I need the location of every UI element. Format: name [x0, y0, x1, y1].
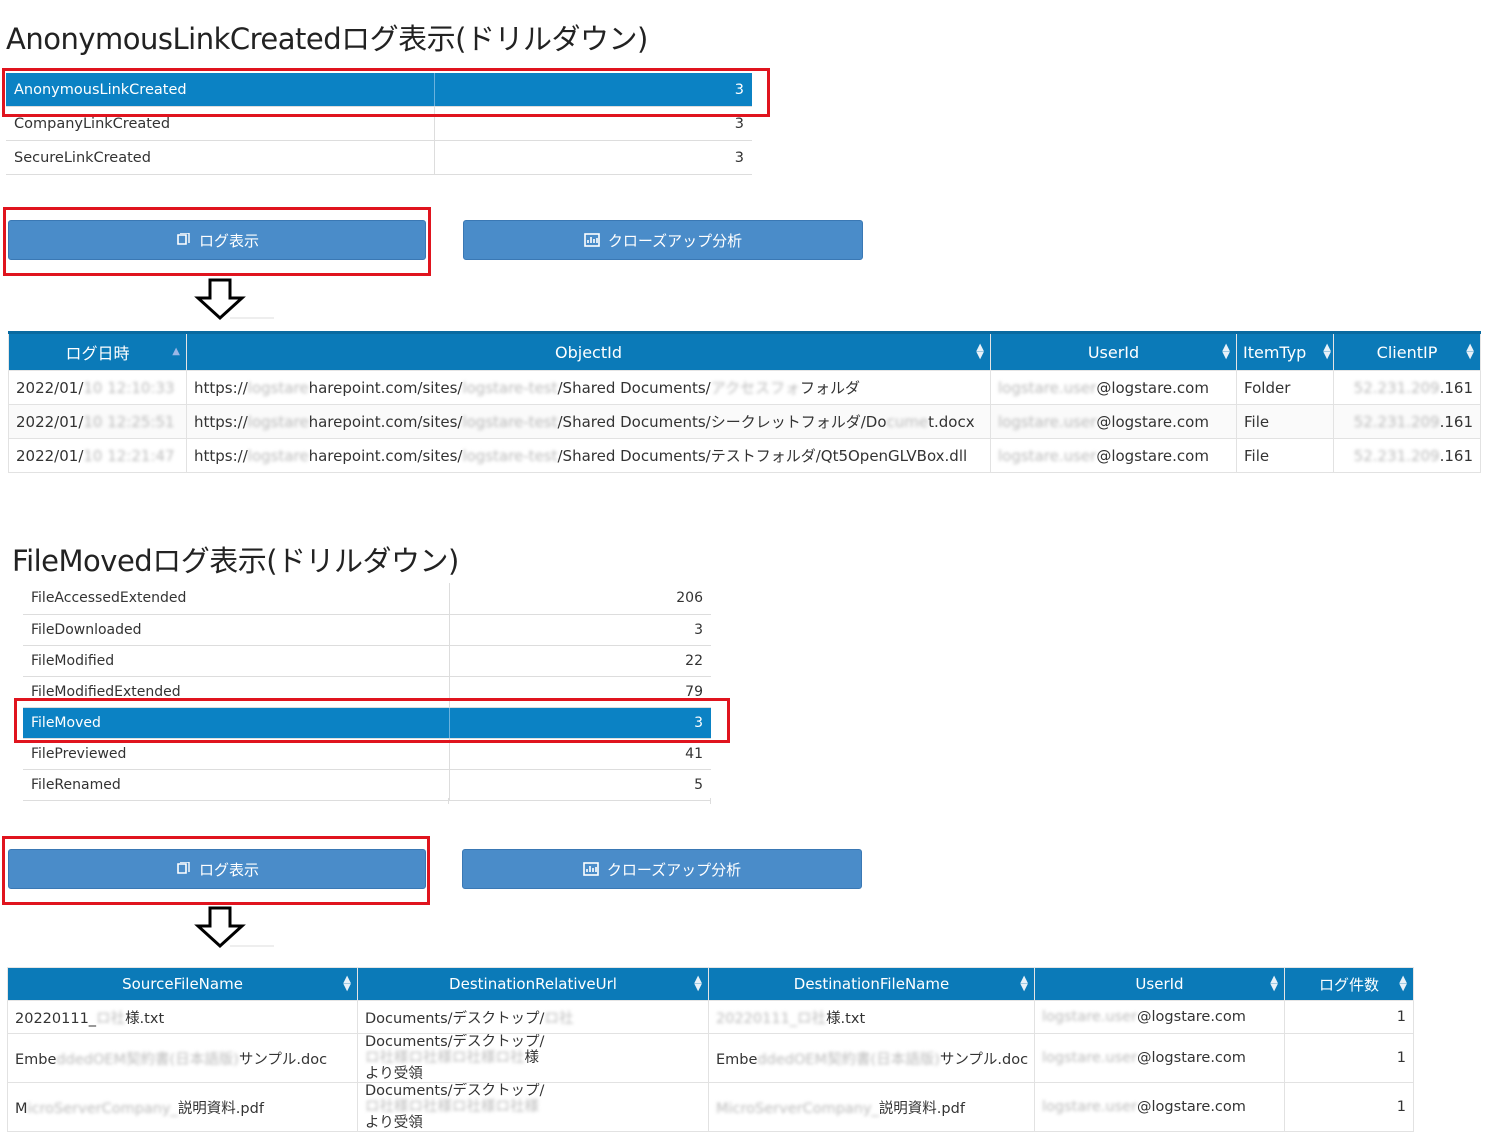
down-arrow-icon: [194, 906, 274, 949]
cell-clientip: 52.231.209.161: [1333, 438, 1481, 473]
cell-date: 2022/01/10 12:25:51: [8, 404, 187, 439]
column-header-itemtype[interactable]: ItemTyp ▲ ▼: [1236, 331, 1334, 371]
summary-name: SecureLinkCreated: [6, 140, 434, 175]
column-header-logcount[interactable]: ログ件数 ▲ ▼: [1284, 967, 1414, 1001]
cell-userid: logstare.user@logstare.com: [990, 404, 1237, 439]
cell-userid: logstare.user@logstare.com: [990, 370, 1237, 405]
divider: [710, 798, 711, 804]
cell-destinationfilename: MicroServerCompany_説明資料.pdf: [708, 1082, 1035, 1132]
closeup-analysis-label: クローズアップ分析: [606, 860, 742, 879]
summary-name: FileAccessedExtended: [23, 583, 449, 615]
cell-logcount: 1: [1284, 1033, 1414, 1083]
cell-itemtype: File: [1236, 438, 1334, 473]
column-header-date[interactable]: ログ日時 ▲: [8, 331, 187, 371]
column-header-objectid[interactable]: ObjectId ▲ ▼: [186, 331, 991, 371]
cell-logcount: 1: [1284, 1000, 1414, 1034]
cell-objectid: https://logstareharepoint.com/sites/logs…: [186, 370, 991, 405]
column-header-destinationfilename[interactable]: DestinationFileName ▲ ▼: [708, 967, 1035, 1001]
cell-userid: logstare.user@logstare.com: [1034, 1000, 1285, 1034]
closeup-analysis-button[interactable]: クローズアップ分析: [463, 220, 863, 260]
summary-count: 3: [448, 614, 711, 646]
chart-icon: [583, 862, 599, 876]
cell-itemtype: File: [1236, 404, 1334, 439]
cell-itemtype: Folder: [1236, 370, 1334, 405]
highlight-box: [2, 68, 770, 117]
summary-row[interactable]: FileAccessedExtended 206: [23, 583, 711, 615]
cell-destinationfilename: 20220111_ロ社様.txt: [708, 1000, 1035, 1034]
cell-clientip: 52.231.209.161: [1333, 370, 1481, 405]
closeup-analysis-label: クローズアップ分析: [607, 231, 743, 250]
column-header-sourcefilename[interactable]: SourceFileName ▲ ▼: [7, 967, 358, 1001]
cell-destinationrelativeurl: Documents/デスクトップ/ロ社様ロ社様ロ社様ロ社様 より受領: [357, 1082, 709, 1132]
table-row[interactable]: 2022/01/10 12:21:47 https://logstarehare…: [8, 438, 1481, 473]
section1-title: AnonymousLinkCreatedログ表示(ドリルダウン): [6, 22, 648, 56]
divider: [448, 798, 449, 804]
cell-userid: logstare.user@logstare.com: [1034, 1033, 1285, 1083]
cell-destinationfilename: EmbeddedOEM契約書(日本語版)サンプル.doc: [708, 1033, 1035, 1083]
section2-title: FileMovedログ表示(ドリルダウン): [12, 544, 459, 578]
column-header-destinationrelativeurl[interactable]: DestinationRelativeUrl ▲ ▼: [357, 967, 709, 1001]
cell-objectid: https://logstareharepoint.com/sites/logs…: [186, 404, 991, 439]
highlight-box: [2, 836, 430, 905]
closeup-analysis-button[interactable]: クローズアップ分析: [462, 849, 862, 889]
cell-date: 2022/01/10 12:10:33: [8, 370, 187, 405]
cell-logcount: 1: [1284, 1082, 1414, 1132]
summary-name: FileRenamed: [23, 769, 449, 801]
highlight-box: [3, 207, 431, 276]
cell-sourcefilename: MicroServerCompany_説明資料.pdf: [7, 1082, 358, 1132]
summary-row[interactable]: SecureLinkCreated 3: [6, 140, 752, 175]
cell-userid: logstare.user@logstare.com: [1034, 1082, 1285, 1132]
cell-sourcefilename: EmbeddedOEM契約書(日本語版)サンプル.doc: [7, 1033, 358, 1083]
column-header-userid[interactable]: UserId ▲ ▼: [990, 331, 1237, 371]
section2-summary-table: FileAccessedExtended 206 FileDownloaded 3 …: [23, 583, 711, 801]
summary-count: 3: [433, 140, 752, 175]
section1-log-table: ログ日時 ▲ ObjectId ▲ ▼ UserId ▲ ▼ ItemTyp ▲ ▼ Clie…: [8, 331, 1481, 473]
table-row[interactable]: 2022/01/10 12:10:33 https://logstarehare…: [8, 370, 1481, 405]
summary-count: 206: [448, 583, 711, 615]
cell-userid: logstare.user@logstare.com: [990, 438, 1237, 473]
cell-objectid: https://logstareharepoint.com/sites/logs…: [186, 438, 991, 473]
down-arrow-icon: [194, 278, 274, 321]
table-row[interactable]: EmbeddedOEM契約書(日本語版)サンプル.doc Documents/デ…: [7, 1033, 1414, 1083]
summary-name: FileModified: [23, 645, 449, 677]
highlight-box: [14, 698, 730, 743]
cell-sourcefilename: 20220111_ロ社様.txt: [7, 1000, 358, 1034]
summary-count: 5: [448, 769, 711, 801]
cell-destinationrelativeurl: Documents/デスクトップ/ロ社: [357, 1000, 709, 1034]
summary-row[interactable]: FileModified 22: [23, 645, 711, 677]
table-row[interactable]: MicroServerCompany_説明資料.pdf Documents/デス…: [7, 1082, 1414, 1132]
cell-date: 2022/01/10 12:21:47: [8, 438, 187, 473]
column-header-userid[interactable]: UserId ▲ ▼: [1034, 967, 1285, 1001]
column-header-clientip[interactable]: ClientIP ▲ ▼: [1333, 331, 1481, 371]
table-header-row: ログ日時 ▲ ObjectId ▲ ▼ UserId ▲ ▼ ItemTyp ▲ ▼ Clie…: [8, 331, 1481, 371]
summary-row[interactable]: FileDownloaded 3: [23, 614, 711, 646]
table-row[interactable]: 2022/01/10 12:25:51 https://logstarehare…: [8, 404, 1481, 439]
cell-clientip: 52.231.209.161: [1333, 404, 1481, 439]
section2-log-table: SourceFileName ▲ ▼ DestinationRelativeUrl ▲…: [7, 967, 1414, 1132]
cell-destinationrelativeurl: Documents/デスクトップ/ロ社様ロ社様ロ社様ロ社様 より受領: [357, 1033, 709, 1083]
summary-count: 22: [448, 645, 711, 677]
table-header-row: SourceFileName ▲ ▼ DestinationRelativeUrl ▲…: [7, 967, 1414, 1001]
summary-row[interactable]: FileRenamed 5: [23, 769, 711, 801]
summary-name: FileDownloaded: [23, 614, 449, 646]
chart-icon: [584, 233, 600, 247]
table-row[interactable]: 20220111_ロ社様.txt Documents/デスクトップ/ロ社 202…: [7, 1000, 1414, 1034]
